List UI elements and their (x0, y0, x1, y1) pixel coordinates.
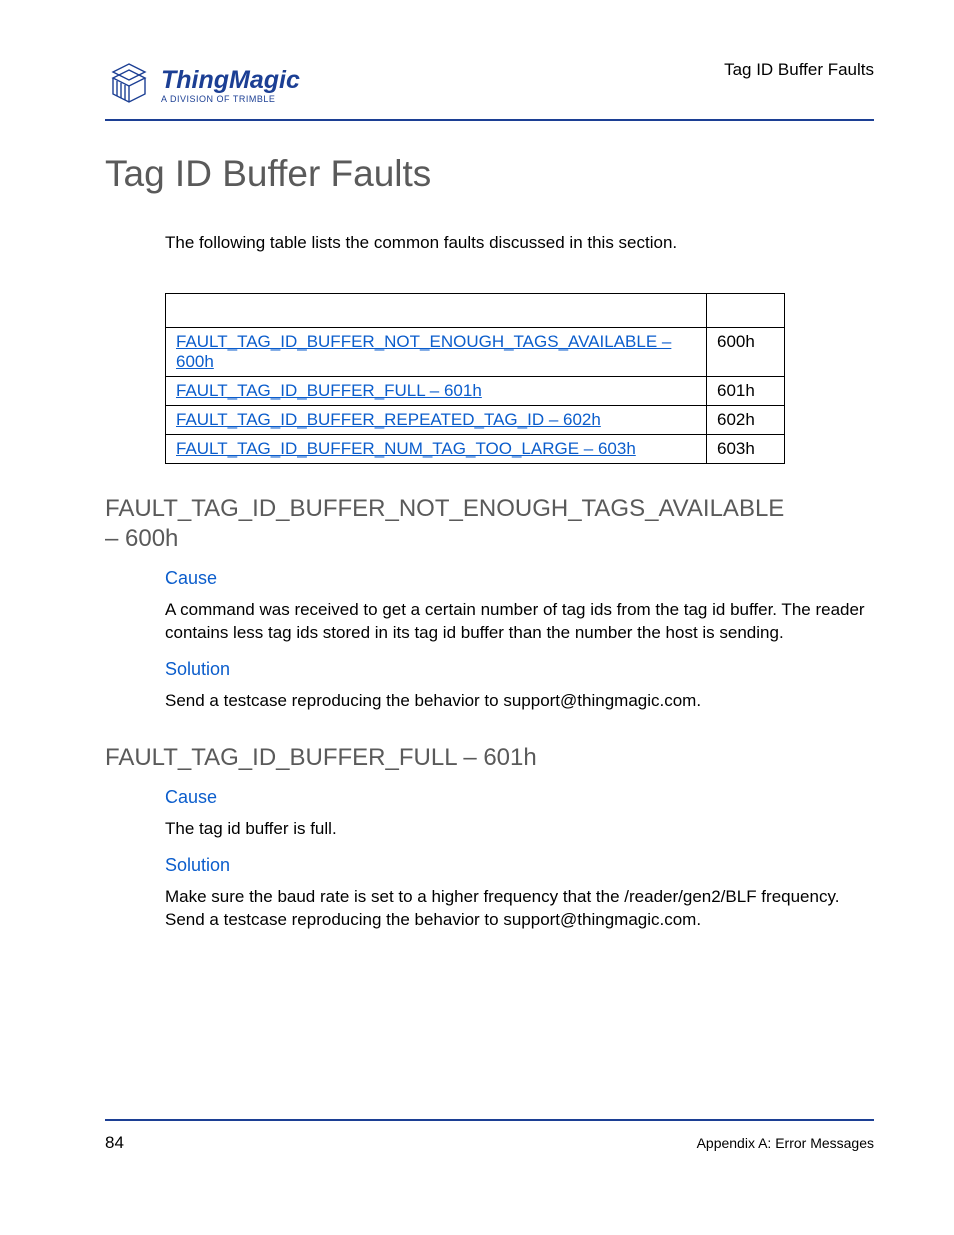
solution-text: Make sure the baud rate is set to a high… (165, 886, 865, 932)
fault-table: FAULT_TAG_ID_BUFFER_NOT_ENOUGH_TAGS_AVAI… (165, 293, 785, 464)
page-number: 84 (105, 1133, 124, 1153)
header-divider (105, 119, 874, 121)
header-section-label: Tag ID Buffer Faults (724, 60, 874, 80)
page-title: Tag ID Buffer Faults (105, 153, 874, 195)
solution-label: Solution (165, 855, 874, 876)
solution-text: Send a testcase reproducing the behavior… (165, 690, 865, 713)
table-row: FAULT_TAG_ID_BUFFER_NOT_ENOUGH_TAGS_AVAI… (166, 328, 785, 377)
fault-heading: FAULT_TAG_ID_BUFFER_NOT_ENOUGH_TAGS_AVAI… (105, 494, 785, 554)
fault-code: 600h (707, 328, 785, 377)
fault-link[interactable]: FAULT_TAG_ID_BUFFER_REPEATED_TAG_ID – 60… (176, 410, 601, 429)
table-row: FAULT_TAG_ID_BUFFER_FULL – 601h 601h (166, 377, 785, 406)
logo: ThingMagic A DIVISION OF TRIMBLE (105, 60, 300, 111)
table-row: FAULT_TAG_ID_BUFFER_REPEATED_TAG_ID – 60… (166, 406, 785, 435)
fault-code: 601h (707, 377, 785, 406)
table-row: FAULT_TAG_ID_BUFFER_NUM_TAG_TOO_LARGE – … (166, 435, 785, 464)
fault-code: 603h (707, 435, 785, 464)
fault-link[interactable]: FAULT_TAG_ID_BUFFER_FULL – 601h (176, 381, 482, 400)
logo-subtitle: A DIVISION OF TRIMBLE (161, 95, 300, 104)
table-header-row (166, 294, 785, 328)
cause-label: Cause (165, 568, 874, 589)
fault-link[interactable]: FAULT_TAG_ID_BUFFER_NUM_TAG_TOO_LARGE – … (176, 439, 636, 458)
footer-label: Appendix A: Error Messages (697, 1135, 874, 1151)
fault-heading: FAULT_TAG_ID_BUFFER_FULL – 601h (105, 743, 785, 773)
footer-divider (105, 1119, 874, 1121)
solution-label: Solution (165, 659, 874, 680)
cause-label: Cause (165, 787, 874, 808)
logo-brand-text: ThingMagic (161, 68, 300, 93)
cause-text: The tag id buffer is full. (165, 818, 865, 841)
fault-link[interactable]: FAULT_TAG_ID_BUFFER_NOT_ENOUGH_TAGS_AVAI… (176, 332, 671, 371)
fault-code: 602h (707, 406, 785, 435)
intro-paragraph: The following table lists the common fau… (165, 233, 874, 253)
logo-icon (105, 60, 153, 111)
cause-text: A command was received to get a certain … (165, 599, 865, 645)
